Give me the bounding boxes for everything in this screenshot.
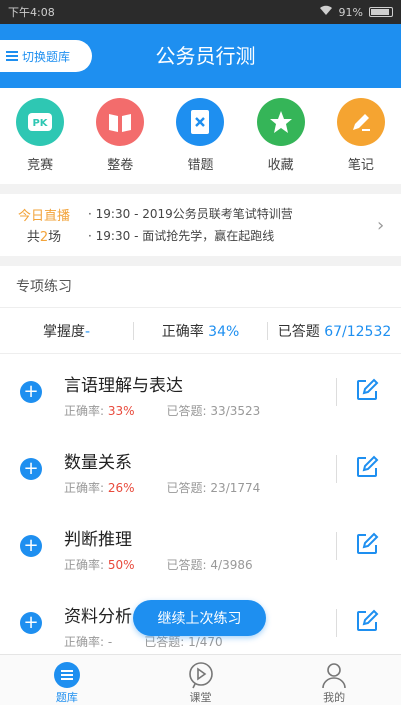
category-favorites[interactable]: 收藏: [251, 98, 311, 184]
live-item: · 19:30 - 2019公务员联考笔试特训营: [88, 207, 293, 221]
tab-label: 题库: [55, 691, 78, 704]
category-full-paper[interactable]: 整卷: [90, 98, 150, 184]
list-item[interactable]: + 数量关系 正确率: 26% 已答题: 23/1774: [0, 431, 401, 508]
topic-name: 资料分析: [64, 607, 132, 627]
live-item: · 19:30 - 面试抢先学，赢在起跑线: [88, 229, 275, 243]
star-icon: [256, 98, 305, 146]
list-icon: [53, 662, 80, 688]
topic-meta: 正确率: 26% 已答题: 23/1774: [64, 481, 261, 495]
battery-percent: 91%: [338, 5, 363, 19]
bottom-tab-bar: 题库 课堂 我的: [0, 654, 401, 705]
category-label: 收藏: [267, 158, 294, 173]
category-wrong[interactable]: 错题: [170, 98, 230, 184]
edit-icon[interactable]: [355, 609, 379, 633]
page-title: 公务员行测: [155, 44, 256, 68]
category-notes[interactable]: 笔记: [331, 98, 391, 184]
tab-question-bank[interactable]: 题库: [0, 655, 134, 705]
divider: [336, 609, 337, 637]
edit-icon[interactable]: [355, 455, 379, 479]
stat-answered: 已答题 67/12532: [277, 323, 392, 340]
divider: [336, 455, 337, 483]
edit-icon[interactable]: [355, 378, 379, 402]
wifi-icon: [319, 5, 333, 19]
edit-icon[interactable]: [355, 532, 379, 556]
chevron-right-icon: ›: [377, 214, 385, 236]
live-list: · 19:30 - 2019公务员联考笔试特训营 · 19:30 - 面试抢先学…: [88, 203, 377, 247]
topic-name: 言语理解与表达: [64, 376, 183, 396]
category-label: 笔记: [347, 158, 374, 173]
category-label: 错题: [187, 158, 214, 173]
list-item[interactable]: + 判断推理 正确率: 50% 已答题: 4/3986: [0, 508, 401, 585]
category-row: PK 竞赛 整卷 错题 收藏 笔记: [0, 88, 401, 184]
tab-classroom[interactable]: 课堂: [134, 655, 268, 705]
list-item[interactable]: + 言语理解与表达 正确率: 33% 已答题: 33/3523: [0, 354, 401, 431]
live-count: 共2场: [26, 230, 62, 245]
expand-plus-icon[interactable]: +: [20, 612, 42, 634]
battery-icon: [369, 7, 393, 17]
wrong-book-icon: [176, 98, 225, 146]
status-bar: 下午4:08 91%: [0, 0, 401, 24]
status-time: 下午4:08: [8, 6, 55, 19]
live-schedule[interactable]: 今日直播 共2场 · 19:30 - 2019公务员联考笔试特训营 · 19:3…: [0, 194, 401, 256]
topic-name: 判断推理: [64, 530, 132, 550]
section-title: 专项练习: [0, 266, 401, 308]
stat-mastery: 掌握度-: [42, 323, 91, 340]
expand-plus-icon[interactable]: +: [20, 458, 42, 480]
svg-text:PK: PK: [33, 118, 49, 129]
live-today-label: 今日直播: [17, 209, 70, 224]
tab-label: 课堂: [189, 691, 212, 704]
pencil-icon: [336, 98, 385, 146]
expand-plus-icon[interactable]: +: [20, 381, 42, 403]
continue-practice-button[interactable]: 继续上次练习: [133, 600, 266, 636]
tab-profile[interactable]: 我的: [267, 655, 401, 705]
book-open-icon: [96, 98, 145, 146]
tab-label: 我的: [323, 691, 346, 704]
topic-meta: 正确率: 33% 已答题: 33/3523: [64, 404, 261, 418]
stat-accuracy: 正确率 34%: [161, 323, 240, 340]
topic-name: 数量关系: [64, 453, 132, 473]
divider: [336, 378, 337, 406]
app-header: 切换题库 公务员行测: [0, 24, 401, 88]
category-label: 竞赛: [27, 158, 54, 173]
play-icon: [188, 662, 213, 689]
practice-stats: 掌握度- 正确率 34% 已答题 67/12532: [0, 308, 401, 354]
divider: [336, 532, 337, 560]
user-icon: [322, 663, 346, 689]
category-label: 整卷: [107, 158, 134, 173]
live-summary: 今日直播 共2场: [0, 205, 88, 245]
topic-meta: 正确率: 50% 已答题: 4/3986: [64, 558, 253, 572]
expand-plus-icon[interactable]: +: [20, 535, 42, 557]
pk-icon: PK: [16, 98, 65, 146]
category-competition[interactable]: PK 竞赛: [10, 98, 70, 184]
